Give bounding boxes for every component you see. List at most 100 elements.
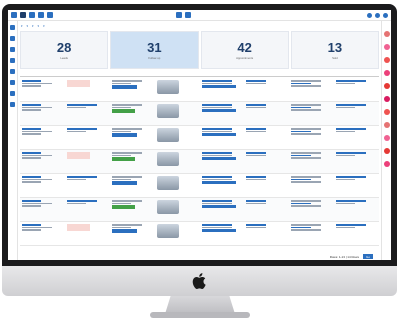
table-row[interactable] xyxy=(20,78,379,102)
column-header[interactable] xyxy=(334,71,379,76)
right-avatar-rail xyxy=(381,21,391,260)
avatar[interactable] xyxy=(383,44,390,50)
leads-table xyxy=(20,78,379,246)
tasks-cell xyxy=(334,224,379,229)
table-header xyxy=(20,71,379,77)
grid-menu-icon[interactable] xyxy=(11,12,17,18)
top-bar xyxy=(8,10,391,21)
status-cell xyxy=(65,80,110,87)
vehicle-cell xyxy=(200,176,245,185)
left-sidebar xyxy=(8,21,18,260)
edit-icon[interactable] xyxy=(10,36,15,41)
search-icon[interactable] xyxy=(47,12,53,18)
tasks-cell xyxy=(334,104,379,109)
notes-cell xyxy=(289,224,334,231)
avatar[interactable] xyxy=(383,83,390,89)
avatar[interactable] xyxy=(383,161,390,167)
filter-chip[interactable]: ▾ xyxy=(38,24,40,28)
notes-cell xyxy=(289,80,334,87)
user-icon[interactable] xyxy=(375,12,380,18)
avatar[interactable] xyxy=(383,96,390,102)
chat-icon[interactable] xyxy=(10,58,15,63)
vehicle-image-cell xyxy=(155,128,200,142)
car-icon[interactable] xyxy=(38,12,44,18)
column-header[interactable] xyxy=(244,71,289,76)
customer-cell xyxy=(20,128,65,135)
activity-cell xyxy=(110,104,155,114)
table-row[interactable] xyxy=(20,102,379,126)
customer-cell xyxy=(20,80,65,87)
contact-cell xyxy=(244,224,289,229)
filter-bar: ▾ ▾ ▾ ▾ ▾ xyxy=(18,21,391,30)
avatar[interactable] xyxy=(383,57,390,63)
activity-cell xyxy=(110,80,155,90)
activity-cell xyxy=(110,200,155,210)
table-row[interactable] xyxy=(20,150,379,174)
filter-chip[interactable]: ▾ xyxy=(43,24,45,28)
status-cell xyxy=(65,224,110,231)
customer-cell xyxy=(20,176,65,183)
stat-card-sold[interactable]: 13 Sold xyxy=(290,31,379,69)
contact-cell xyxy=(244,200,289,205)
stat-card-appointments[interactable]: 42 Appointments xyxy=(200,31,289,69)
filter-chip[interactable]: ▾ xyxy=(32,24,34,28)
contact-cell xyxy=(244,80,289,85)
vehicle-cell xyxy=(200,200,245,209)
avatar[interactable] xyxy=(383,135,390,141)
filter-chip[interactable]: ▾ xyxy=(27,24,29,28)
customer-cell xyxy=(20,152,65,159)
imac-display: ▾ ▾ ▾ ▾ ▾ 28 Leads 31 Follow up 42 Appoi… xyxy=(0,0,399,320)
filter-icon[interactable] xyxy=(176,12,182,18)
column-header[interactable] xyxy=(20,71,65,76)
column-header[interactable] xyxy=(155,71,200,76)
crm-dashboard: ▾ ▾ ▾ ▾ ▾ 28 Leads 31 Follow up 42 Appoi… xyxy=(8,10,391,260)
vehicle-cell xyxy=(200,128,245,137)
tasks-cell xyxy=(334,128,379,133)
avatar[interactable] xyxy=(383,31,390,37)
notes-cell xyxy=(289,200,334,207)
table-row[interactable] xyxy=(20,222,379,246)
notification-icon[interactable] xyxy=(367,12,372,18)
stat-label: Appointments xyxy=(236,56,254,60)
status-cell xyxy=(65,200,110,205)
people-icon[interactable] xyxy=(10,91,15,96)
stat-card-follow-up[interactable]: 31 Follow up xyxy=(110,31,199,69)
column-header[interactable] xyxy=(200,71,245,76)
flag-icon[interactable] xyxy=(29,12,35,18)
column-header[interactable] xyxy=(110,71,155,76)
calendar-icon[interactable] xyxy=(10,80,15,85)
phone-icon[interactable] xyxy=(10,47,15,52)
dashboard-icon[interactable] xyxy=(10,25,15,30)
vehicle-image-cell xyxy=(155,176,200,190)
settings-icon[interactable] xyxy=(383,12,388,18)
list-icon[interactable] xyxy=(185,12,191,18)
vehicle-image-cell xyxy=(155,152,200,166)
avatar[interactable] xyxy=(383,148,390,154)
stat-label: Sold xyxy=(332,56,338,60)
table-row[interactable] xyxy=(20,126,379,150)
vehicle-cell xyxy=(200,224,245,233)
avatar[interactable] xyxy=(383,70,390,76)
go-button[interactable]: Go xyxy=(362,254,373,259)
tasks-cell xyxy=(334,176,379,181)
report-icon[interactable] xyxy=(10,102,15,107)
customer-cell xyxy=(20,224,65,231)
column-header[interactable] xyxy=(65,71,110,76)
stat-label: Follow up xyxy=(148,56,161,60)
avatar[interactable] xyxy=(383,109,390,115)
table-row[interactable] xyxy=(20,174,379,198)
notes-cell xyxy=(289,176,334,183)
column-header[interactable] xyxy=(289,71,334,76)
mail-icon[interactable] xyxy=(10,69,15,74)
logo-icon xyxy=(20,12,26,18)
activity-cell xyxy=(110,176,155,186)
filter-chip[interactable]: ▾ xyxy=(21,24,23,28)
contact-cell xyxy=(244,104,289,109)
stat-cards: 28 Leads 31 Follow up 42 Appointments 13… xyxy=(20,31,379,69)
avatar[interactable] xyxy=(383,122,390,128)
stat-card-leads[interactable]: 28 Leads xyxy=(20,31,109,69)
vehicle-image-cell xyxy=(155,104,200,118)
notes-cell xyxy=(289,152,334,159)
stat-value: 28 xyxy=(56,40,72,55)
table-row[interactable] xyxy=(20,198,379,222)
